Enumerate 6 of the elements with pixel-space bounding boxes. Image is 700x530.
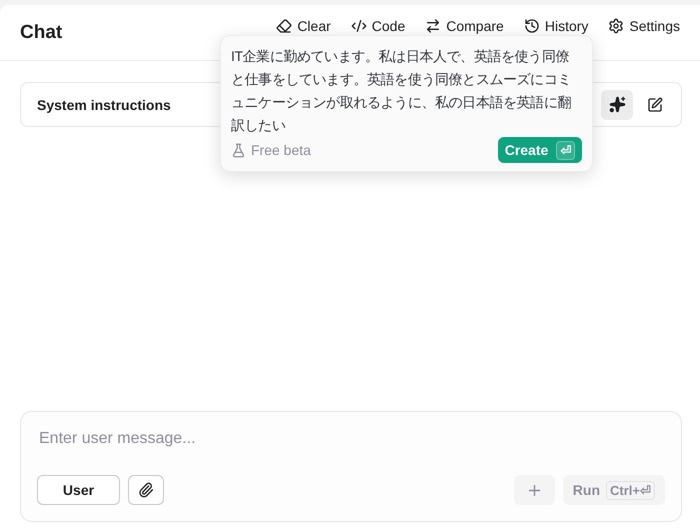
shortcut-key: Ctrl+⏎ [606, 480, 655, 500]
page-title: Chat [20, 22, 62, 44]
beta-note: Free beta [251, 142, 311, 158]
shortcut-key: ⏎ [556, 140, 576, 160]
prompt-text: IT企業に勤めています。私は日本人で、英語を使う同僚と仕事をしています。英語を使う同僚とスムーズにコミュニケーションが取れるように、私の日本語を英語に翻訳したい [231, 47, 572, 135]
system-instructions-label: System instructions [37, 96, 171, 112]
